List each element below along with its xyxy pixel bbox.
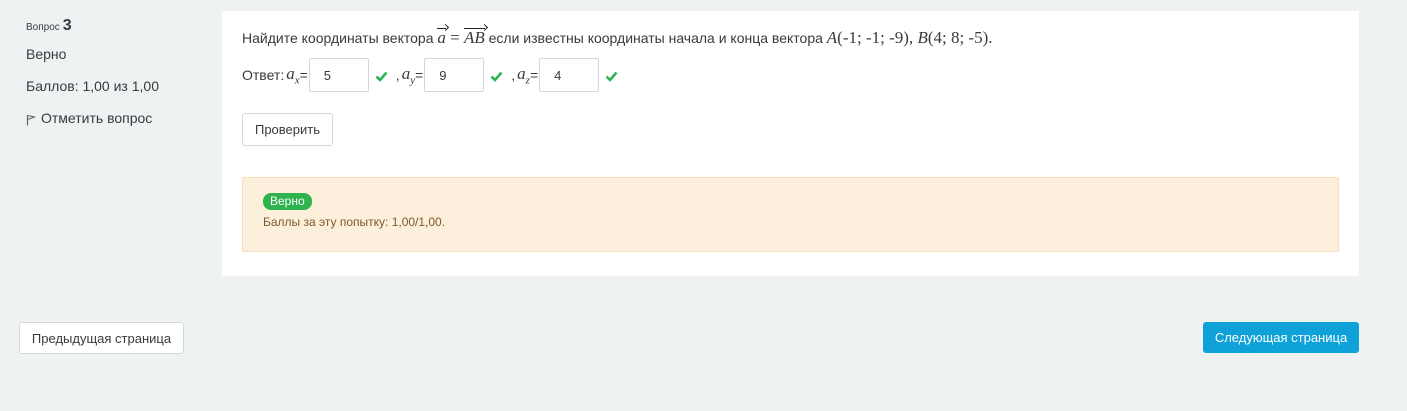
answer-var-z: az bbox=[517, 63, 530, 87]
comma-separator: , bbox=[395, 67, 400, 83]
flag-question-link[interactable]: Отметить вопрос bbox=[26, 110, 206, 126]
question-number: Вопрос 3 bbox=[26, 16, 206, 38]
attempt-score: Баллы за эту попытку: 1,00/1,00. bbox=[263, 215, 446, 229]
point-b: B bbox=[913, 28, 928, 47]
vector-a: a bbox=[437, 28, 446, 47]
previous-page-button[interactable]: Предыдущая страница bbox=[19, 322, 184, 354]
equals-sign: = bbox=[299, 67, 308, 83]
point-a: A bbox=[826, 28, 838, 47]
question-info: Вопрос 3 Верно Баллов: 1,00 из 1,00 Отмет… bbox=[26, 16, 206, 126]
equals-sign: = bbox=[529, 67, 539, 83]
comma-separator: , bbox=[511, 67, 516, 83]
answer-var-y: ay bbox=[401, 63, 416, 87]
question-text-after: если известны координаты начала и конца … bbox=[484, 30, 827, 46]
point-b-coords: (4; 8; -5). bbox=[927, 28, 993, 47]
question-state: Верно bbox=[26, 46, 67, 62]
check-icon bbox=[375, 71, 388, 82]
flag-icon bbox=[26, 114, 36, 125]
answer-z-input[interactable] bbox=[539, 58, 600, 92]
question-content: Найдите координаты вектора a = AB если и… bbox=[222, 11, 1359, 276]
check-icon bbox=[490, 71, 503, 82]
question-label: Вопрос bbox=[26, 22, 60, 33]
question-grade: Баллов: 1,00 из 1,00 bbox=[26, 78, 159, 94]
status-badge: Верно bbox=[263, 193, 312, 210]
feedback-panel: Верно Баллы за эту попытку: 1,00/1,00. bbox=[242, 177, 1339, 252]
point-a-coords: (-1; -1; -9), bbox=[837, 28, 914, 47]
vector-ab: AB bbox=[463, 28, 485, 47]
answer-label: Ответ: bbox=[242, 67, 285, 83]
question-text: Найдите координаты вектора a = AB если и… bbox=[242, 27, 993, 49]
flag-question-label: Отметить вопрос bbox=[41, 110, 153, 126]
question-text-before: Найдите координаты вектора bbox=[242, 30, 434, 46]
next-page-button[interactable]: Следующая страница bbox=[1203, 322, 1359, 353]
equals-sign: = bbox=[415, 67, 424, 83]
check-icon bbox=[605, 71, 618, 82]
math-equals: = bbox=[445, 28, 464, 47]
check-button[interactable]: Проверить bbox=[242, 113, 333, 146]
answer-row: Ответ: ax= , ay= , az= bbox=[242, 57, 618, 93]
question-number-value: 3 bbox=[62, 17, 72, 34]
answer-y-input[interactable] bbox=[424, 58, 485, 92]
answer-x-input[interactable] bbox=[308, 58, 369, 92]
answer-var-x: ax bbox=[286, 63, 300, 87]
